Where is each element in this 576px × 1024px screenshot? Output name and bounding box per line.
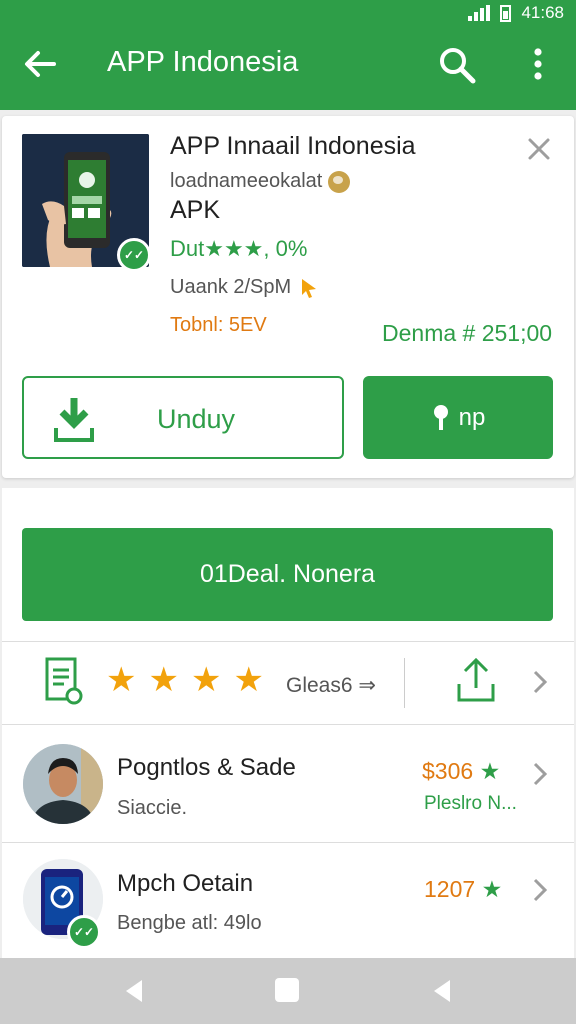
size-line: Uaank 2/SpM [170, 276, 319, 299]
back-arrow-icon[interactable] [20, 44, 60, 84]
total-text: Tobnl: 5EV [170, 314, 267, 336]
download-icon [54, 398, 94, 442]
divider [2, 842, 574, 843]
primary-action-label: 01Deal. Nonera [199, 560, 376, 588]
size-text: Uaank 2/SpM [170, 276, 292, 298]
demo-text: Denma # 251;00 [382, 320, 553, 346]
more-options-icon[interactable] [522, 44, 554, 84]
list-item-title[interactable]: Mpch Oetain [117, 870, 253, 898]
app-type: APK [170, 196, 221, 224]
price-text: $306 [422, 758, 474, 784]
star-icon: ★ [190, 661, 222, 699]
person-photo [23, 744, 103, 824]
app-name: APP Innaail Indonesia [170, 132, 416, 160]
developer-line: loadnameeokalat [170, 170, 351, 193]
vertical-divider [404, 658, 405, 708]
primary-action-button[interactable]: 01Deal. Nonera [22, 528, 553, 621]
list-item-title[interactable]: Pogntlos & Sade [117, 754, 296, 782]
reviews-text: Gleas6 [286, 674, 353, 697]
chevron-right-icon[interactable] [530, 668, 550, 696]
chevron-right-icon[interactable] [530, 876, 550, 904]
star-icon: ★ [233, 661, 264, 699]
app-bar: 41:68 APP Indonesia [0, 0, 576, 110]
star-icon: ★ [479, 758, 501, 784]
avatar[interactable] [23, 744, 103, 824]
price-text: 1207 [424, 876, 476, 902]
status-bar: 41:68 [468, 2, 564, 24]
download-label: Unduy [157, 404, 236, 434]
list-item-price: $306 ★ [422, 758, 500, 785]
list-item-price: 1207 ★ [424, 876, 502, 903]
status-time: 41:68 [521, 3, 564, 22]
star-icon: ★ [481, 876, 503, 902]
list-item-subtitle: Siaccie. [117, 797, 188, 819]
download-button[interactable]: Unduy [22, 376, 344, 459]
developer-name: loadnameeokalat [170, 170, 323, 192]
app-badge-icon: ✓✓ [67, 915, 101, 949]
document-icon[interactable] [44, 656, 84, 706]
list-item-extra: Pleslro N... [424, 793, 517, 814]
arrow-right-icon: ⇒ [358, 674, 376, 697]
app-bar-title: APP Indonesia [107, 46, 299, 78]
nav-recents-icon[interactable] [428, 976, 456, 1006]
secondary-action-label: np [458, 403, 486, 431]
signal-icon [468, 5, 491, 21]
secondary-action-button[interactable]: np [363, 376, 553, 459]
close-icon[interactable] [524, 134, 554, 164]
rating-text: Dut★★★, 0% [170, 236, 308, 261]
nav-back-icon[interactable] [120, 976, 148, 1006]
nav-home-icon[interactable] [275, 978, 299, 1002]
battery-icon [500, 4, 512, 22]
share-icon[interactable] [455, 656, 497, 704]
globe-icon [328, 170, 351, 193]
search-icon[interactable] [436, 44, 478, 86]
divider [2, 641, 574, 642]
app-badge-icon: ✓✓ [117, 238, 151, 272]
divider [2, 724, 574, 725]
list-item-subtitle: Bengbe atl: 49lo [117, 912, 262, 934]
star-rating[interactable]: ★ ★ ★ ★ [106, 663, 264, 697]
reviews-label[interactable]: Gleas6 ⇒ [286, 673, 376, 698]
star-icon: ★ [106, 661, 137, 699]
chevron-right-icon[interactable] [530, 760, 550, 788]
pin-icon [433, 404, 448, 430]
cursor-arrow-icon [302, 278, 317, 298]
star-icon: ★ [148, 661, 179, 699]
